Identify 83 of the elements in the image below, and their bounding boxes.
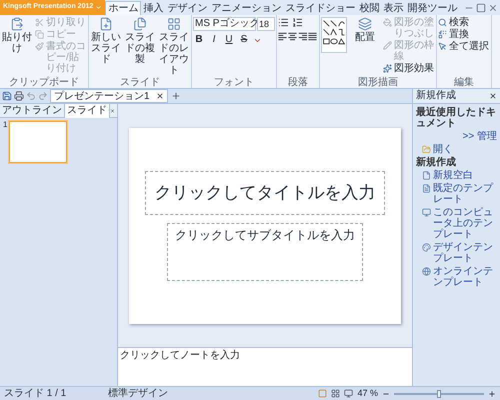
ribbon-button-icon	[133, 17, 147, 31]
ribbon-tab[interactable]: 校閲	[357, 1, 382, 15]
ribbon-button-icon	[99, 17, 113, 31]
small-button-icon	[383, 41, 392, 50]
small-button-icon	[35, 30, 44, 39]
font-name-field[interactable]: MS Pゴシック	[193, 17, 256, 31]
ribbon-tab[interactable]: 表示	[381, 1, 406, 15]
maximize-icon[interactable]	[476, 3, 486, 13]
shapes-gallery-drawing[interactable]	[321, 17, 347, 53]
small-button-icon	[438, 18, 447, 27]
section-heading: 新規作成	[416, 157, 457, 168]
zoom-thumb[interactable]	[437, 390, 441, 398]
print-icon[interactable]	[14, 91, 24, 101]
task-pane-link[interactable]: このコンピュータ上のテンプレート	[422, 207, 497, 240]
format-button[interactable]: S	[238, 34, 250, 46]
font-size-field[interactable]: 18	[257, 17, 275, 31]
ribbon-group-label: 段落	[287, 77, 309, 88]
panel-tab[interactable]: スライド	[64, 104, 110, 118]
ribbon-button[interactable]: 新しいスライド	[90, 17, 122, 77]
ribbon-button-icon	[358, 17, 372, 31]
small-button-icon	[35, 42, 44, 51]
task-pane-link[interactable]: 新規空白	[422, 170, 497, 181]
task-pane-link[interactable]: デザインテンプレート	[422, 242, 497, 264]
format-button[interactable]: B	[193, 34, 205, 46]
ribbon-button-icon	[167, 17, 181, 31]
ribbon-button[interactable]: 貼り付け	[1, 17, 33, 77]
small-button-icon	[35, 18, 44, 27]
panel-tab[interactable]: アウトライン	[0, 104, 64, 118]
ribbon-group-label: スライド	[119, 77, 161, 88]
close-icon[interactable]	[489, 92, 497, 100]
open-link[interactable]: 開く	[422, 144, 497, 155]
ribbon-small-button[interactable]: 図形効果	[383, 63, 435, 74]
ribbon-button[interactable]: スライドのレイアウト	[158, 17, 190, 77]
ribbon-tab[interactable]: デザイン	[165, 1, 210, 15]
zoom-in-icon[interactable]	[488, 390, 496, 398]
task-pane-link[interactable]: 既定のテンプレート	[422, 183, 497, 205]
design-name: 標準デザイン	[108, 388, 168, 398]
subtitle-placeholder[interactable]: クリックしてサブタイトルを入力	[167, 222, 363, 280]
ribbon-tab[interactable]: スライドショー	[283, 1, 358, 15]
small-button-icon	[383, 18, 392, 27]
ribbon-tab[interactable]: 挿入	[141, 1, 166, 15]
new-tab-icon[interactable]	[170, 91, 181, 101]
slide-thumbnail[interactable]	[9, 121, 68, 163]
folder-icon	[422, 145, 431, 154]
ribbon-button[interactable]: スライドの複製	[124, 17, 156, 77]
save-icon[interactable]	[2, 91, 12, 101]
manage-link[interactable]: >> 管理	[462, 131, 497, 142]
task-pane-title: 新規作成	[416, 91, 456, 101]
align-icon[interactable]	[298, 32, 307, 41]
notes-field[interactable]: クリックしてノートを入力	[118, 348, 412, 386]
align-icon[interactable]	[288, 32, 297, 41]
ribbon-tab[interactable]: アニメーション	[209, 1, 284, 15]
sorter-view-icon[interactable]	[331, 389, 340, 398]
numbered-list-icon[interactable]	[292, 17, 303, 28]
section-heading: 最近使用したドキュメント	[416, 107, 497, 129]
slide-count: スライド 1 / 1	[4, 388, 68, 398]
ribbon-small-button[interactable]: 置換	[438, 29, 490, 40]
ribbon-tab[interactable]: ホーム	[105, 1, 142, 15]
document-tab[interactable]: プレゼンテーション1	[50, 89, 168, 103]
small-button-icon	[438, 30, 447, 39]
task-pane-link[interactable]: オンラインテンプレート	[422, 266, 497, 288]
close-icon[interactable]	[156, 92, 164, 100]
ribbon-small-button[interactable]: 検索	[438, 17, 490, 28]
ribbon-group-label: 図形描画	[357, 77, 399, 88]
title-placeholder[interactable]: クリックしてタイトルを入力	[145, 170, 385, 214]
ribbon-small-button[interactable]: 全て選択	[438, 41, 490, 52]
bullet-list-icon[interactable]	[278, 17, 289, 28]
align-icon[interactable]	[308, 32, 317, 41]
format-button[interactable]: I	[208, 34, 220, 46]
slideshow-icon[interactable]	[344, 389, 354, 398]
small-button-icon	[383, 64, 392, 73]
small-button-icon	[438, 42, 447, 51]
align-icon[interactable]	[278, 32, 287, 41]
ribbon-group-label: フォント	[213, 77, 255, 88]
ribbon-group-label: クリップボード	[8, 77, 80, 88]
ribbon-button-icon	[10, 17, 24, 31]
zoom-percent: 47 %	[357, 389, 378, 398]
caret-icon	[95, 4, 102, 11]
slide-number: 1	[3, 121, 8, 129]
ribbon-button[interactable]: 配置	[349, 17, 381, 77]
format-button[interactable]: U	[223, 34, 235, 46]
ribbon-group-label: 編集	[453, 77, 475, 88]
ribbon-tab[interactable]: 開発ツール	[405, 1, 460, 15]
